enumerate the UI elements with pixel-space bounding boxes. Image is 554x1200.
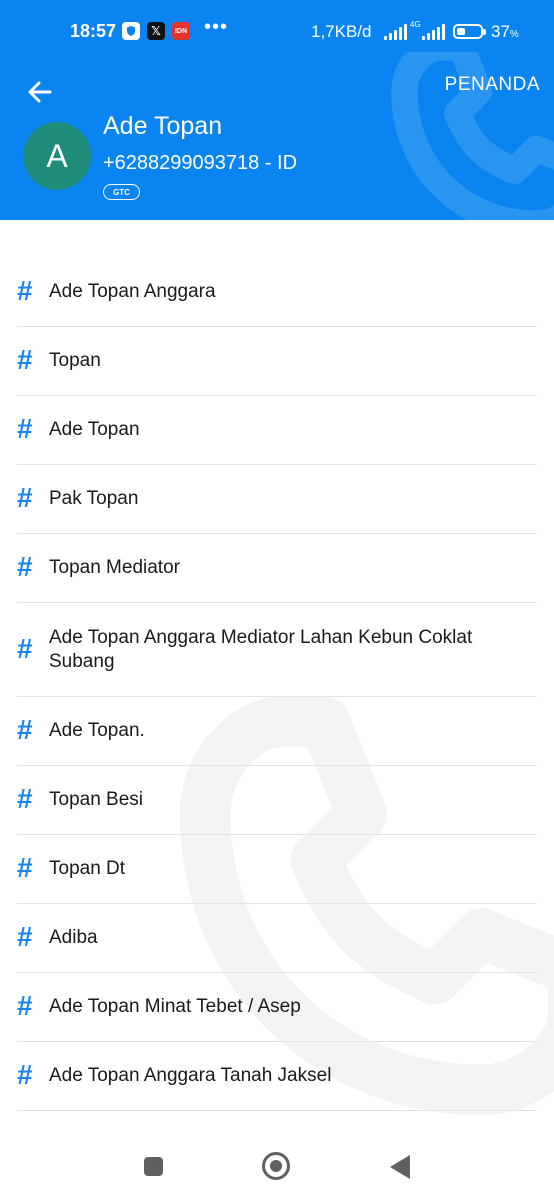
hash-icon: # — [17, 551, 33, 582]
tag-item[interactable]: # Topan — [17, 327, 537, 396]
hash-icon: # — [17, 783, 33, 814]
flag-button[interactable]: PENANDA — [445, 74, 540, 96]
tag-item[interactable]: # Pak Topan — [17, 465, 537, 534]
tag-item[interactable]: # Topan Besi — [17, 766, 537, 835]
tag-label: Ade Topan Anggara Mediator Lahan Kebun C… — [49, 626, 473, 672]
battery-icon — [453, 24, 483, 39]
shield-app-icon — [122, 22, 140, 40]
hash-icon: # — [17, 852, 33, 883]
battery-tip — [483, 29, 486, 35]
arrow-left-icon — [28, 81, 52, 103]
tag-list: # Ade Topan Anggara # Topan # Ade Topan # Pak T… — [0, 258, 554, 1111]
hash-icon: # — [17, 990, 33, 1021]
status-time: 18:57 — [70, 21, 117, 41]
system-back-button[interactable] — [390, 1155, 410, 1179]
idn-app-icon: IDN — [172, 22, 190, 40]
tag-item[interactable]: # Ade Topan Anggara Tanah Jaksel — [17, 1042, 537, 1111]
tag-item[interactable]: # Ade Topan Anggara — [17, 258, 537, 327]
navigation-bar — [0, 1130, 554, 1200]
tag-item[interactable]: # Ade Topan Minat Tebet / Asep — [17, 973, 537, 1042]
tag-label: Ade Topan Minat Tebet / Asep — [49, 996, 301, 1017]
hash-icon: # — [17, 921, 33, 952]
tag-item[interactable]: # Ade Topan — [17, 396, 537, 465]
hash-icon: # — [17, 413, 33, 444]
tag-item[interactable]: # Ade Topan Anggara Mediator Lahan Kebun … — [17, 603, 537, 697]
tag-label: Ade Topan Anggara Tanah Jaksel — [49, 1065, 332, 1086]
signal-icon-2 — [420, 24, 446, 40]
battery-percent: 37% — [491, 22, 519, 41]
tag-label: Ade Topan. — [49, 720, 145, 741]
tag-label: Topan Besi — [49, 789, 144, 810]
tag-label: Topan Mediator — [49, 557, 180, 578]
tag-item[interactable]: # Ade Topan. — [17, 697, 537, 766]
tag-label: Topan — [49, 350, 101, 371]
contact-name: Ade Topan — [103, 112, 223, 140]
contact-header: PENANDA A Ade Topan +6288299093718 - ID … — [0, 52, 554, 220]
more-notifications-icon: ••• — [204, 16, 229, 38]
back-button[interactable] — [22, 74, 58, 110]
tag-item[interactable]: # Topan Mediator — [17, 534, 537, 603]
tag-label: Topan Dt — [49, 858, 126, 879]
tag-item[interactable]: # Topan Dt — [17, 835, 537, 904]
avatar: A — [23, 122, 91, 190]
hash-icon: # — [17, 714, 33, 745]
source-badge: GTC — [103, 184, 140, 200]
tag-label: Ade Topan — [49, 419, 140, 440]
tag-label: Adiba — [49, 927, 98, 948]
network-speed: 1,7KB/d — [311, 22, 372, 41]
tag-item[interactable]: # Adiba — [17, 904, 537, 973]
recents-button[interactable] — [144, 1157, 163, 1176]
home-button[interactable] — [262, 1152, 290, 1180]
hash-icon: # — [17, 482, 33, 513]
hash-icon: # — [17, 1059, 33, 1090]
status-bar: 18:57 𝕏 IDN ••• 1,7KB/d 4G 37% — [0, 0, 554, 52]
tag-label: Pak Topan — [49, 488, 139, 509]
x-app-icon: 𝕏 — [147, 22, 165, 40]
signal-icon — [382, 24, 408, 40]
hash-icon: # — [17, 632, 33, 664]
contact-number: +6288299093718 - ID — [103, 152, 298, 174]
hash-icon: # — [17, 275, 33, 306]
tag-label: Ade Topan Anggara — [49, 281, 216, 302]
hash-icon: # — [17, 344, 33, 375]
